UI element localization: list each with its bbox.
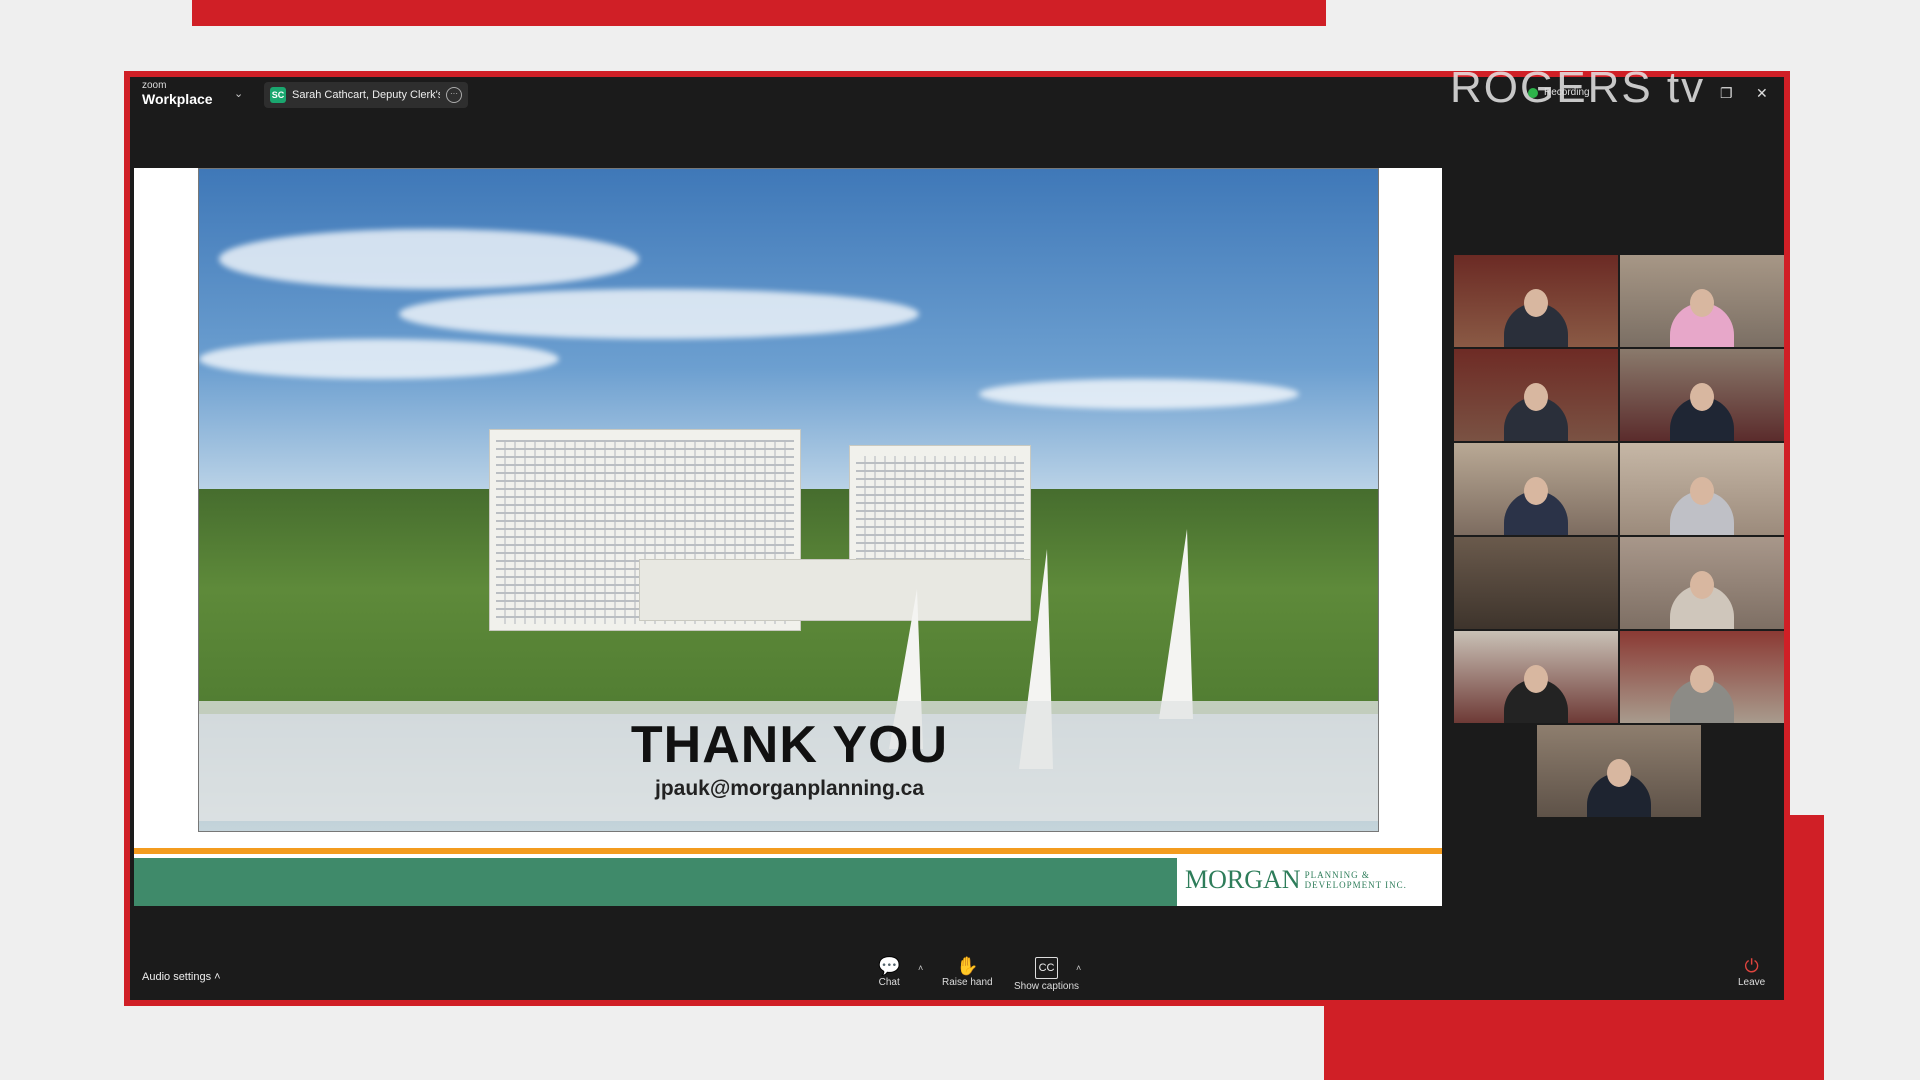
slide-title: THANK YOU xyxy=(630,716,949,774)
broadcast-red-bar-top xyxy=(192,0,1326,26)
screen-share-indicator[interactable]: SC Sarah Cathcart, Deputy Clerk's sc ··· xyxy=(264,82,468,108)
meeting-toolbar: Audio settings ˄ 💬 Chat ˄ ✋ Raise hand C… xyxy=(130,951,1784,1000)
more-options-icon[interactable]: ··· xyxy=(446,87,462,103)
morgan-logo-sub-2: Development Inc. xyxy=(1304,880,1407,890)
raise-hand-label: Raise hand xyxy=(942,977,993,988)
recording-indicator[interactable]: Recording xyxy=(1528,87,1590,98)
participant-tile[interactable] xyxy=(1620,537,1784,629)
slide-email: jpauk@morganplanning.ca xyxy=(654,777,924,800)
close-icon[interactable]: ✕ xyxy=(1756,85,1768,102)
slide-green-band xyxy=(134,858,1177,906)
participant-tile[interactable] xyxy=(1454,349,1618,441)
participant-tile[interactable] xyxy=(1454,537,1618,629)
chat-options-caret-icon[interactable]: ˄ xyxy=(918,963,923,973)
chat-label: Chat xyxy=(878,977,900,988)
participant-tile[interactable] xyxy=(1454,443,1618,535)
morgan-logo-subtitle: Planning & Development Inc. xyxy=(1305,870,1407,890)
sharer-avatar-badge: SC xyxy=(270,87,286,103)
recording-label: Recording xyxy=(1544,87,1590,98)
chat-button[interactable]: 💬 Chat xyxy=(878,957,900,988)
zoom-window: zoom Workplace ⌄ SC Sarah Cathcart, Depu… xyxy=(130,63,1784,1000)
participant-gallery xyxy=(1454,255,1784,895)
audio-settings-label: Audio settings xyxy=(142,971,212,983)
chevron-up-icon: ˄ xyxy=(214,971,221,983)
show-captions-button[interactable]: CC Show captions xyxy=(1014,957,1079,992)
logo-big-text: Workplace xyxy=(142,91,213,107)
participant-tile[interactable] xyxy=(1620,443,1784,535)
chevron-down-icon[interactable]: ⌄ xyxy=(234,87,243,100)
participant-tile[interactable] xyxy=(1620,631,1784,723)
morgan-logo: MORGAN Planning & Development Inc. xyxy=(1177,854,1442,906)
leave-label: Leave xyxy=(1738,977,1766,988)
shared-screen: THANK YOU jpauk@morganplanning.ca MORGAN… xyxy=(134,168,1442,906)
show-captions-label: Show captions xyxy=(1014,981,1080,992)
slide-photo: THANK YOU jpauk@morganplanning.ca xyxy=(198,168,1379,832)
active-speaker-tile[interactable] xyxy=(1537,725,1701,817)
recording-dot-icon xyxy=(1528,87,1538,98)
participant-tile[interactable] xyxy=(1454,631,1618,723)
captions-options-caret-icon[interactable]: ˄ xyxy=(1076,963,1081,973)
logo-small-text: zoom xyxy=(142,80,167,91)
morgan-logo-name: MORGAN xyxy=(1185,865,1301,894)
building-lowrise xyxy=(639,559,1031,621)
restore-window-icon[interactable]: ❐ xyxy=(1720,85,1733,102)
participant-tile[interactable] xyxy=(1454,255,1618,347)
title-bar: zoom Workplace ⌄ SC Sarah Cathcart, Depu… xyxy=(130,63,1784,113)
morgan-logo-sub-1: Planning & xyxy=(1304,870,1370,880)
leave-icon: ⏻ xyxy=(1744,956,1759,976)
zoom-workplace-logo[interactable]: zoom Workplace xyxy=(142,80,213,107)
leave-button[interactable]: ⏻ Leave xyxy=(1738,957,1765,988)
sailboat xyxy=(1159,529,1193,719)
captions-icon: CC xyxy=(1034,957,1059,979)
participant-tile[interactable] xyxy=(1620,349,1784,441)
share-label: Sarah Cathcart, Deputy Clerk's sc xyxy=(292,89,440,101)
raise-hand-button[interactable]: ✋ Raise hand xyxy=(942,957,993,988)
hand-icon: ✋ xyxy=(956,956,979,976)
audio-settings-button[interactable]: Audio settings ˄ xyxy=(142,971,221,983)
participant-tile[interactable] xyxy=(1620,255,1784,347)
chat-icon: 💬 xyxy=(878,956,901,976)
